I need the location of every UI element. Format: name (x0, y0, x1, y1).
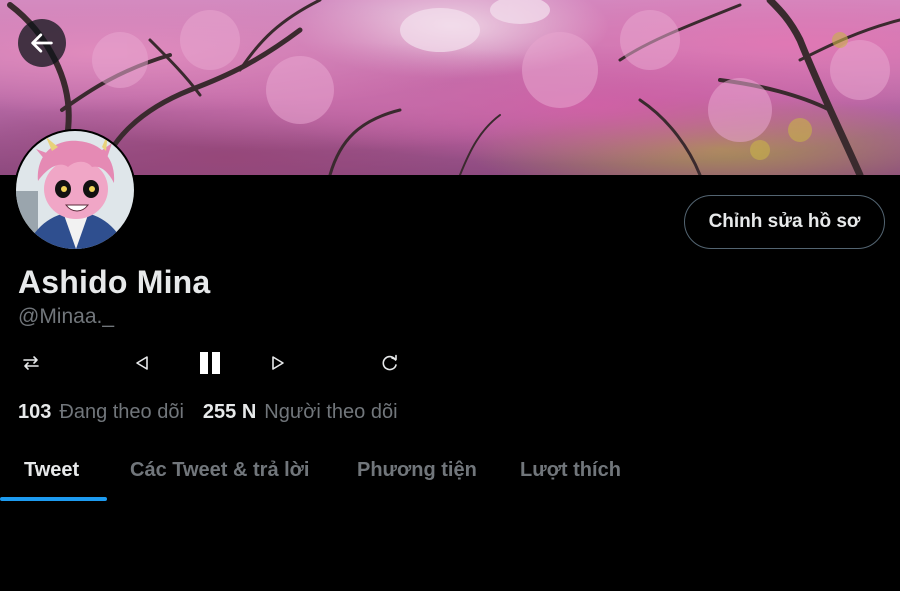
back-button[interactable] (18, 19, 66, 67)
followers-count: 255 N (202, 401, 257, 423)
tab-tweets-and-replies[interactable]: Các Tweet & trả lời (130, 440, 309, 500)
tab-media[interactable]: Phương tiện (357, 440, 477, 500)
edit-profile-button[interactable]: Chỉnh sửa hồ sơ (684, 195, 885, 249)
pause-icon[interactable] (198, 348, 222, 378)
shuffle-icon-glyph (23, 356, 39, 370)
arrow-left-icon (31, 33, 53, 53)
followers-label: Người theo dõi (264, 401, 398, 423)
shuffle-icon[interactable] (20, 348, 42, 378)
active-tab-indicator (0, 497, 107, 501)
profile-display-name: Ashido Mina (18, 264, 211, 300)
next-icon[interactable] (269, 348, 287, 378)
followers-link[interactable]: 255 N Người theo dõi (203, 401, 398, 424)
repeat-icon[interactable] (380, 348, 400, 378)
profile-stats: 103 Đang theo dõi 255 N Người theo dõi (18, 401, 398, 424)
avatar[interactable] (14, 129, 136, 251)
profile-handle: @Minaa._ (18, 305, 115, 328)
profile-tabs: Tweet Các Tweet & trả lời Phương tiện Lư… (0, 440, 900, 502)
cherry-blossom-trees-image (7, 0, 900, 175)
following-count: 103 (18, 401, 52, 423)
tab-tweets[interactable]: Tweet (24, 440, 79, 500)
tab-likes[interactable]: Lượt thích (520, 440, 621, 500)
previous-icon-glyph (136, 356, 148, 370)
profile-banner[interactable] (0, 0, 900, 175)
previous-icon[interactable] (133, 348, 151, 378)
following-label: Đang theo dõi (59, 401, 184, 423)
pause-icon-glyph (200, 352, 220, 374)
next-icon-glyph (272, 356, 284, 370)
repeat-icon-glyph (382, 354, 397, 371)
avatar-image (16, 131, 134, 249)
following-link[interactable]: 103 Đang theo dõi (18, 401, 184, 424)
